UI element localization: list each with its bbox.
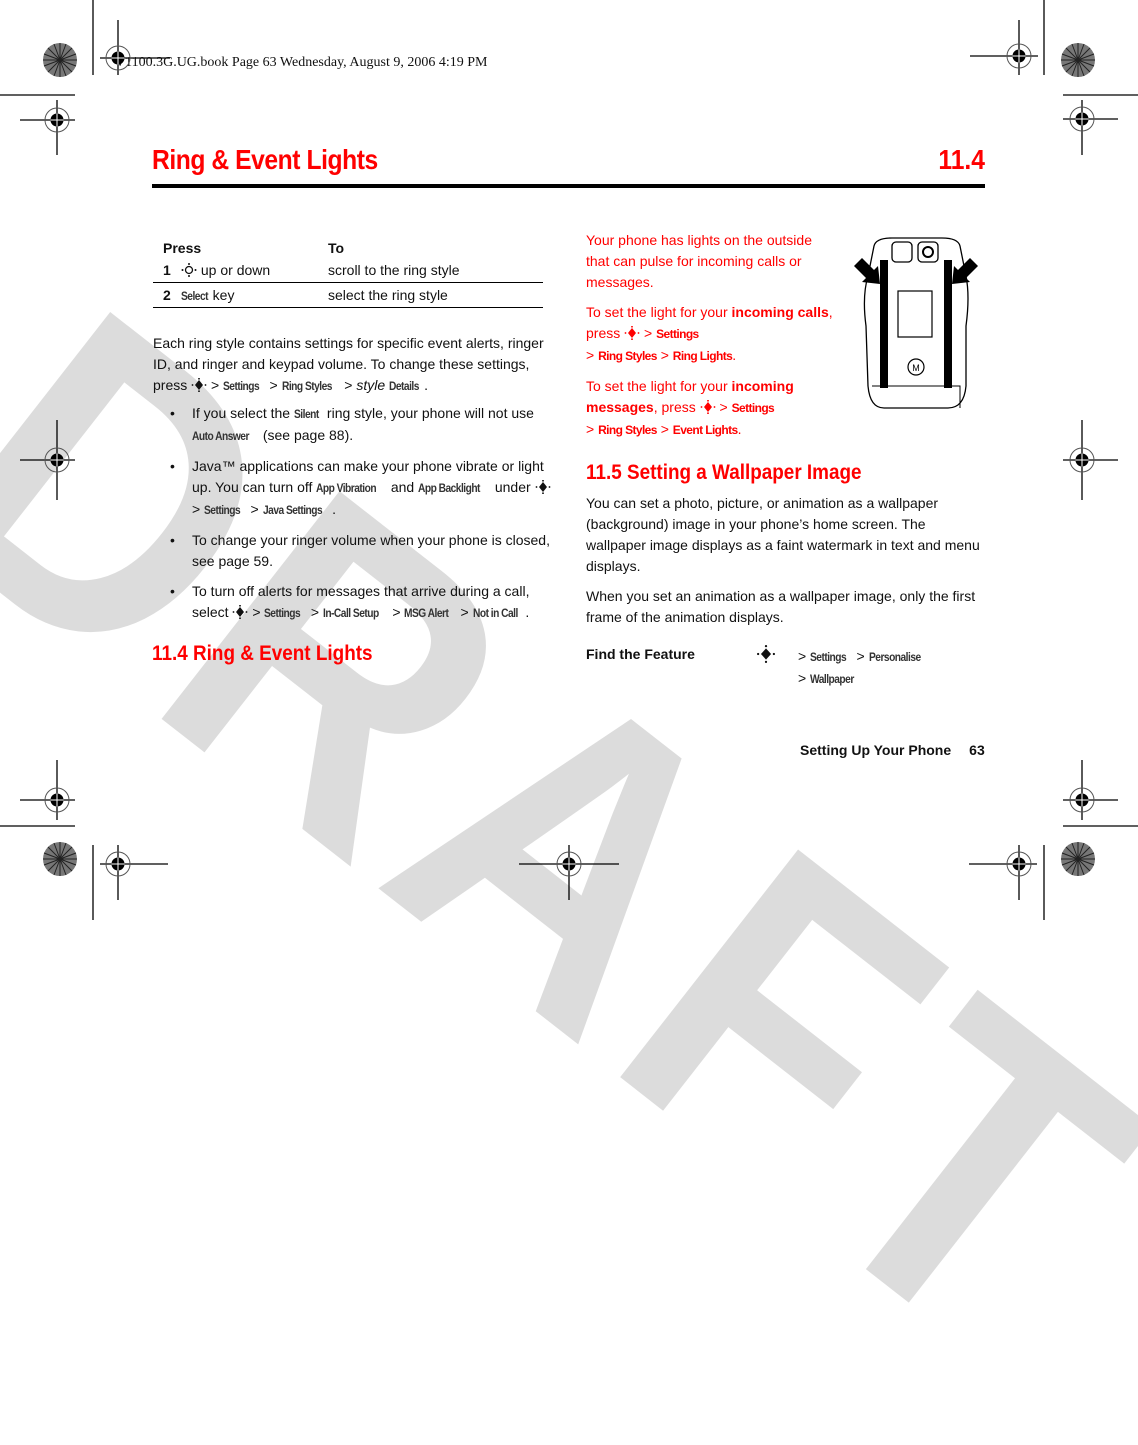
printer-marks	[0, 0, 1138, 920]
